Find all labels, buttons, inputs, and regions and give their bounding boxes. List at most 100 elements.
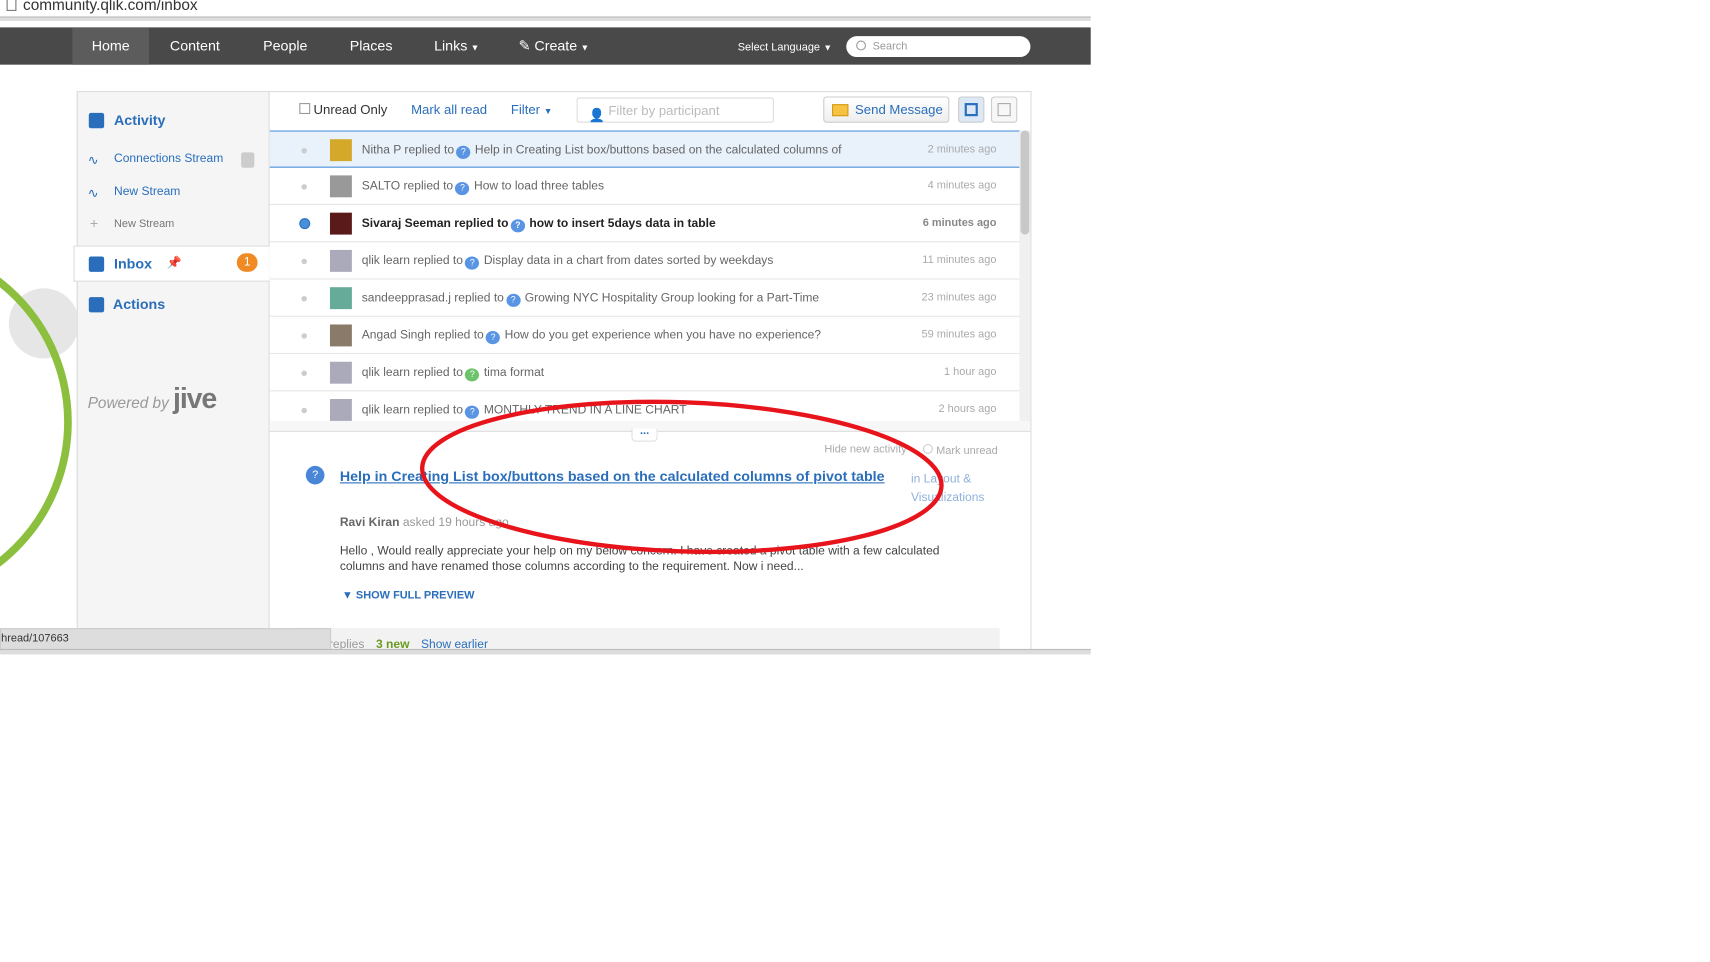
action-text: replied to — [403, 179, 454, 193]
list-icon[interactable] — [241, 152, 255, 168]
read-status-icon[interactable] — [301, 184, 307, 190]
thread-title[interactable]: Help in Creating List box/buttons based … — [475, 144, 842, 157]
language-select[interactable]: Select Language ▼ — [738, 30, 832, 67]
send-message-label: Send Message — [855, 101, 943, 118]
inbox-count-badge: 1 — [236, 253, 258, 272]
user-name[interactable]: Nitha P — [362, 144, 401, 157]
thread-title[interactable]: how to insert 5days data in table — [529, 217, 715, 230]
user-name[interactable]: qlik learn — [362, 254, 410, 267]
action-text: replied to — [413, 366, 463, 380]
question-icon: ? — [485, 331, 501, 345]
address-bar[interactable]: community.qlik.com/inbox — [6, 0, 198, 14]
action-text: replied to — [413, 254, 463, 268]
nav-create[interactable]: ✎ Create ▼ — [519, 27, 590, 64]
language-label: Select Language — [737, 41, 821, 54]
divider — [0, 16, 1091, 21]
read-status-icon[interactable] — [301, 258, 307, 265]
activity-row[interactable]: Nitha P replied to? Help in Creating List… — [269, 130, 1020, 168]
pin-icon[interactable]: 📌 — [167, 255, 182, 270]
user-name[interactable]: sandeepprasad.j — [362, 292, 451, 305]
read-status-icon[interactable] — [301, 333, 307, 339]
author-link[interactable]: Ravi Kiran — [340, 516, 400, 529]
filter-dropdown[interactable]: Filter ▼ — [511, 102, 553, 117]
avatar[interactable] — [329, 287, 352, 310]
user-name[interactable]: Sivaraj Seeman — [362, 217, 451, 230]
sidebar-new-stream[interactable]: New Stream — [114, 185, 180, 198]
avatar[interactable] — [329, 175, 352, 198]
nav-links[interactable]: Links ▼ — [434, 27, 479, 64]
user-name[interactable]: Angad Singh — [362, 329, 431, 342]
question-icon: ? — [305, 465, 325, 485]
read-status-icon[interactable] — [301, 147, 307, 154]
envelope-icon — [832, 104, 849, 117]
sidebar-actions[interactable]: Actions — [113, 296, 165, 312]
avatar[interactable] — [329, 361, 352, 384]
question-icon: ? — [465, 256, 480, 270]
activity-row[interactable]: sandeepprasad.j replied to? Growing NYC H… — [269, 280, 1020, 317]
show-full-preview-link[interactable]: ▼ SHOW FULL PREVIEW — [342, 590, 474, 602]
thread-title[interactable]: Growing NYC Hospitality Group looking fo… — [525, 292, 819, 305]
thread-title[interactable]: How do you get experience when you have … — [505, 329, 821, 342]
scrollbar-thumb[interactable] — [1020, 130, 1030, 235]
activity-row[interactable]: qlik learn replied to? tima format 1 hour… — [269, 354, 1020, 392]
activity-row[interactable]: Sivaraj Seeman replied to? how to insert … — [269, 205, 1020, 243]
row-text: Sivaraj Seeman replied to? how to insert … — [362, 217, 716, 233]
activity-row[interactable]: Angad Singh replied to? How do you get ex… — [269, 317, 1020, 355]
sidebar: Activity ∿ Connections Stream ∿ New Stre… — [76, 90, 270, 655]
nav-places[interactable]: Places — [350, 27, 393, 64]
timestamp: 1 hour ago — [944, 366, 997, 379]
sidebar-connections-stream[interactable]: Connections Stream — [114, 152, 223, 165]
user-name[interactable]: qlik learn — [362, 366, 410, 379]
avatar[interactable] — [329, 249, 352, 272]
unread-only-checkbox[interactable]: Unread Only — [299, 102, 387, 117]
thread-title[interactable]: How to load three tables — [474, 180, 604, 193]
avatar[interactable] — [329, 139, 352, 162]
participant-filter-input[interactable]: 👤 Filter by participant — [576, 97, 774, 123]
avatar[interactable] — [329, 399, 352, 421]
inbox-icon — [88, 256, 105, 272]
powered-by-jive: Powered by jive — [87, 381, 218, 415]
action-text: replied to — [454, 217, 509, 231]
row-text: Nitha P replied to? Help in Creating List… — [362, 144, 842, 159]
checkbox-icon — [299, 103, 311, 115]
read-status-icon[interactable] — [301, 407, 307, 414]
triangle-down-icon: ▼ — [342, 589, 356, 602]
activity-list: Nitha P replied to? Help in Creating List… — [269, 130, 1020, 421]
thread-title[interactable]: tima format — [484, 366, 544, 379]
list-scrollbar[interactable] — [1019, 130, 1031, 421]
split-view-button[interactable] — [958, 96, 985, 123]
full-view-icon — [997, 103, 1011, 117]
nav-people[interactable]: People — [263, 27, 307, 64]
nav-content[interactable]: Content — [170, 27, 220, 64]
sidebar-activity[interactable]: Activity — [114, 112, 165, 128]
powered-by-text: Powered by — [87, 393, 169, 412]
avatar[interactable] — [329, 212, 352, 235]
read-status-icon[interactable] — [301, 370, 307, 376]
question-icon: ? — [456, 145, 471, 159]
pulse-icon: ∿ — [87, 152, 99, 168]
action-text: replied to — [454, 291, 504, 305]
read-status-icon[interactable] — [299, 218, 311, 230]
actions-icon — [88, 297, 105, 313]
activity-row[interactable]: SALTO replied to? How to load three table… — [269, 168, 1020, 205]
caret-down-icon: ▼ — [580, 42, 590, 53]
add-new-stream[interactable]: New Stream — [114, 218, 174, 230]
nav-home[interactable]: Home — [72, 27, 150, 65]
search-input[interactable]: Search — [846, 36, 1031, 58]
user-name[interactable]: qlik learn — [362, 403, 410, 416]
plus-icon: + — [89, 214, 99, 232]
send-message-button[interactable]: Send Message — [823, 96, 950, 123]
user-name[interactable]: SALTO — [362, 180, 400, 193]
avatar[interactable] — [329, 324, 352, 347]
url-text: community.qlik.com/inbox — [23, 0, 198, 14]
show-full-label: SHOW FULL PREVIEW — [355, 589, 475, 602]
top-nav: Home Content People Places Links ▼ ✎ Crea… — [0, 27, 1091, 67]
thread-title[interactable]: Display data in a chart from dates sorte… — [484, 254, 774, 267]
participant-placeholder: Filter by participant — [608, 103, 720, 119]
caret-down-icon: ▼ — [470, 42, 480, 53]
read-status-icon[interactable] — [301, 295, 307, 302]
mark-all-read-link[interactable]: Mark all read — [411, 102, 487, 117]
timestamp: 4 minutes ago — [927, 179, 997, 192]
full-view-button[interactable] — [990, 96, 1018, 123]
activity-row[interactable]: qlik learn replied to? Display data in a … — [269, 242, 1020, 280]
